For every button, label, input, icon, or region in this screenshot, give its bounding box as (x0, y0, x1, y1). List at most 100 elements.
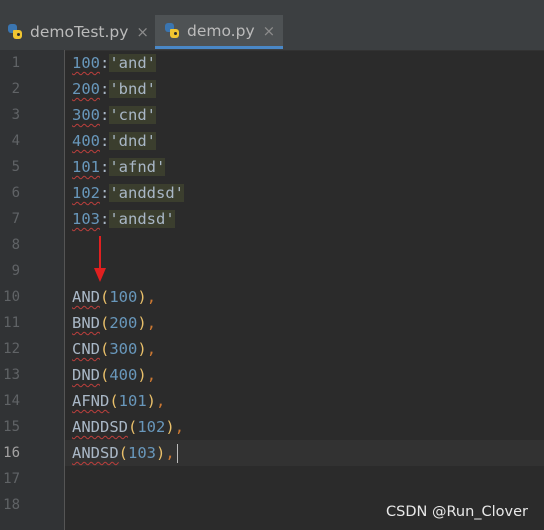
code-identifier: ANDSD (72, 444, 119, 462)
code-line[interactable]: 300:'cnd' (72, 102, 157, 128)
code-number: 200 (72, 80, 100, 98)
line-number: 1 (11, 55, 20, 71)
code-number: 103 (128, 444, 157, 462)
code-identifier: CND (72, 340, 100, 358)
code-comma: , (146, 288, 157, 306)
code-number: 100 (72, 54, 100, 72)
code-string: 'dnd' (109, 132, 157, 150)
line-number: 8 (11, 237, 20, 253)
code-number: 400 (109, 366, 138, 384)
code-comma: , (165, 444, 175, 462)
code-string: 'andsd' (109, 210, 175, 228)
code-paren: ) (156, 444, 166, 462)
code-number: 200 (109, 314, 138, 332)
code-line[interactable]: CND(300), (72, 336, 156, 362)
line-number: 2 (11, 81, 20, 97)
line-number: 4 (11, 133, 20, 149)
code-string: 'afnd' (109, 158, 166, 176)
close-icon[interactable]: × (263, 22, 276, 40)
code-line[interactable]: ANDDSD(102), (72, 414, 184, 440)
code-identifier: BND (72, 314, 100, 332)
code-string: 'anddsd' (109, 184, 184, 202)
code-line[interactable]: 200:'bnd' (72, 76, 157, 102)
line-number: 5 (11, 159, 20, 175)
line-number: 6 (11, 185, 20, 201)
code-line[interactable]: 400:'dnd' (72, 128, 157, 154)
code-number: 100 (109, 288, 138, 306)
code-colon: : (100, 80, 110, 98)
code-paren: ) (137, 340, 147, 358)
code-number: 102 (137, 418, 166, 436)
code-line[interactable]: 102:'anddsd' (72, 180, 184, 206)
code-line[interactable]: AFND(101), (72, 388, 165, 414)
tab-demo-py[interactable]: demo.py × (155, 15, 283, 49)
code-paren: ( (109, 392, 119, 410)
code-comma: , (146, 314, 157, 332)
line-number: 14 (3, 393, 20, 409)
code-paren: ( (100, 288, 110, 306)
code-line[interactable]: ANDSD(103), (72, 440, 179, 466)
python-file-icon (165, 22, 181, 39)
code-paren: ( (100, 314, 110, 332)
code-line[interactable]: BND(200), (72, 310, 156, 336)
code-paren: ) (137, 314, 147, 332)
code-string: 'cnd' (109, 106, 157, 124)
code-paren: ( (128, 418, 138, 436)
line-number: 3 (11, 107, 20, 123)
code-number: 101 (118, 392, 147, 410)
code-line[interactable]: DND(400), (72, 362, 156, 388)
code-colon: : (100, 132, 110, 150)
code-identifier: AND (72, 288, 100, 306)
line-number: 18 (3, 497, 20, 513)
code-string: 'bnd' (109, 80, 157, 98)
tab-label: demo.py (187, 21, 255, 40)
line-number: 11 (3, 315, 20, 331)
code-paren: ) (146, 392, 157, 410)
code-line[interactable]: 101:'afnd' (72, 154, 166, 180)
tab-demotest-py[interactable]: demoTest.py × (0, 15, 152, 49)
code-colon: : (100, 54, 110, 72)
code-colon: : (100, 210, 110, 228)
code-number: 102 (72, 184, 100, 202)
code-number: 300 (109, 340, 138, 358)
line-number: 17 (3, 471, 20, 487)
code-comma: , (146, 340, 157, 358)
code-colon: : (100, 158, 110, 176)
code-comma: , (146, 366, 157, 384)
code-paren: ( (100, 340, 110, 358)
code-paren: ) (165, 418, 175, 436)
editor-tab-bar: demoTest.py × demo.py × (0, 0, 544, 51)
python-file-icon (8, 24, 24, 40)
code-identifier: AFND (72, 392, 110, 410)
code-number: 103 (72, 210, 100, 228)
line-number: 16 (3, 445, 20, 461)
code-line[interactable]: 103:'andsd' (72, 206, 175, 232)
code-identifier: ANDDSD (72, 418, 128, 436)
line-number: 12 (3, 341, 20, 357)
code-comma: , (174, 418, 185, 436)
code-comma: , (156, 392, 166, 410)
code-colon: : (100, 106, 110, 124)
tab-label: demoTest.py (30, 23, 129, 41)
code-editor[interactable]: 100:'and' 200:'bnd' 300:'cnd' 400:'dnd' … (65, 50, 544, 530)
code-identifier: DND (72, 366, 100, 384)
code-paren: ( (100, 366, 110, 384)
text-caret (176, 444, 179, 463)
line-number: 9 (11, 263, 20, 279)
code-number: 300 (72, 106, 100, 124)
code-line[interactable]: 100:'and' (72, 50, 157, 76)
line-number: 15 (3, 419, 20, 435)
code-number: 400 (72, 132, 100, 150)
code-paren: ) (137, 288, 147, 306)
line-number: 7 (11, 211, 20, 227)
watermark: CSDN @Run_Clover (386, 504, 528, 520)
code-string: 'and' (109, 54, 157, 72)
line-number: 13 (3, 367, 20, 383)
line-number-gutter[interactable]: 1 2 3 4 5 6 7 8 9 10 11 12 13 14 15 16 1… (0, 50, 65, 530)
code-paren: ) (137, 366, 147, 384)
close-icon[interactable]: × (136, 23, 149, 41)
code-line[interactable]: AND(100), (72, 284, 156, 310)
code-paren: ( (118, 444, 129, 462)
down-arrow-icon (94, 236, 106, 282)
line-number: 10 (3, 289, 20, 305)
